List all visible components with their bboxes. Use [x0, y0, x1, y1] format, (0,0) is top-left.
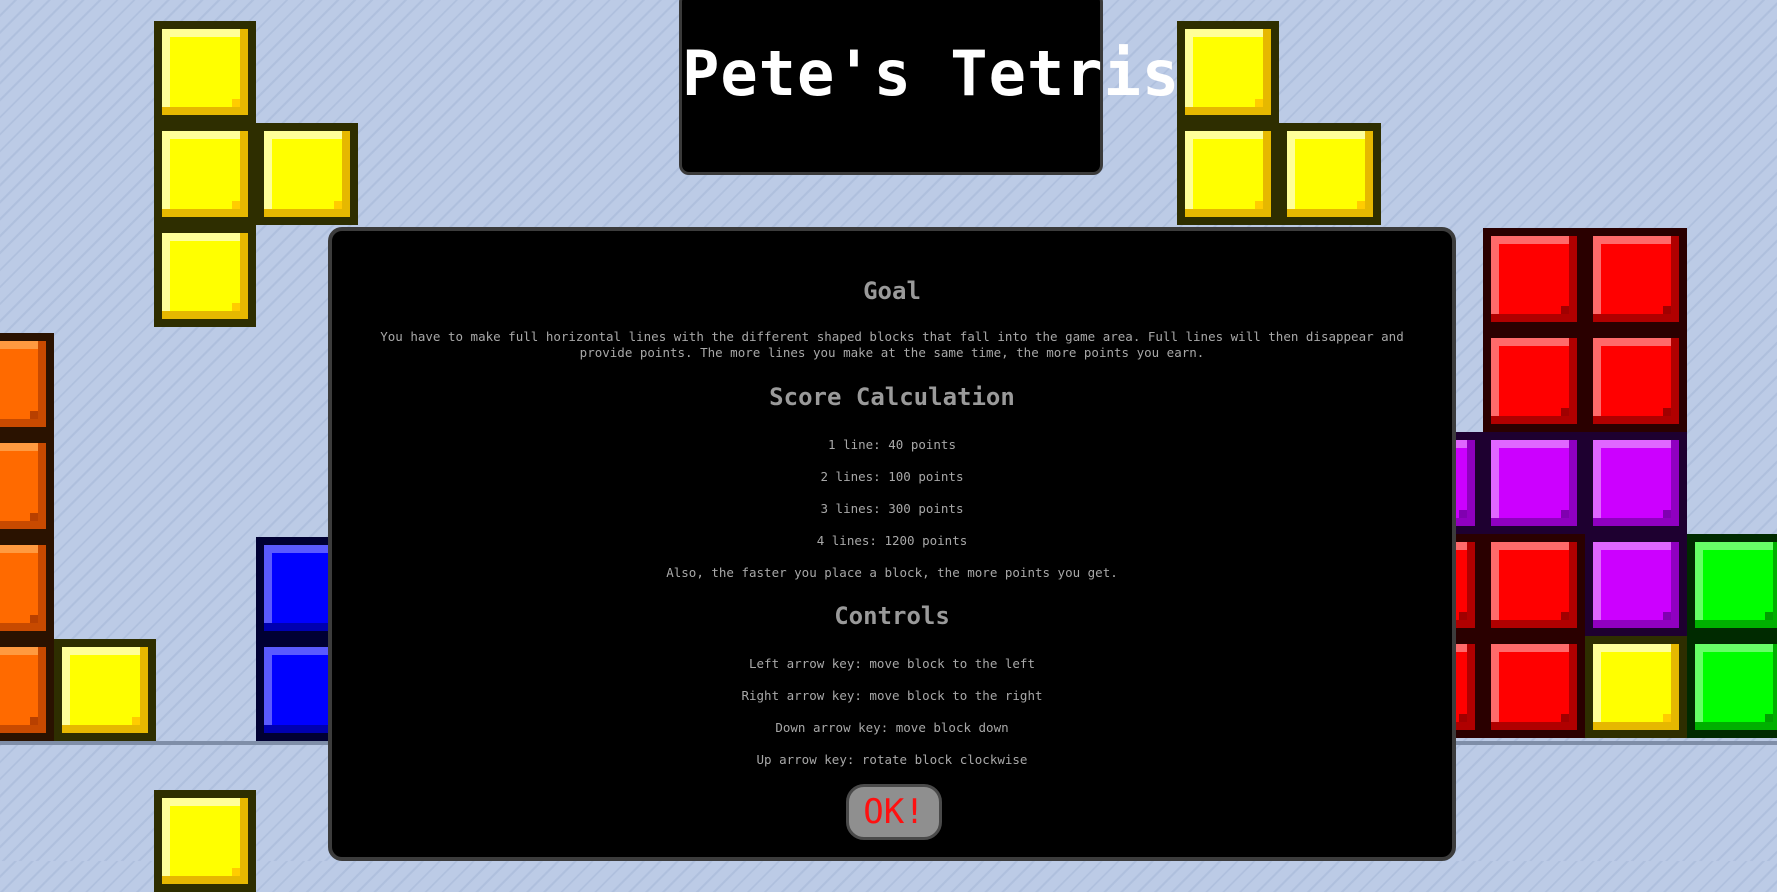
yellow-block	[1177, 123, 1279, 225]
orange-block	[0, 537, 54, 639]
score-line: 1 line: 40 points	[828, 437, 956, 452]
instructions-dialog: Goal You have to make full horizontal li…	[328, 227, 1456, 861]
yellow-block	[54, 639, 156, 741]
orange-block	[0, 333, 54, 435]
yellow-block	[154, 123, 256, 225]
red-block	[1483, 534, 1585, 636]
red-block	[1483, 228, 1585, 330]
score-line: 3 lines: 300 points	[820, 501, 964, 516]
yellow-block	[154, 21, 256, 123]
purple-block	[1483, 432, 1585, 534]
goal-text: You have to make full horizontal lines w…	[380, 329, 1404, 360]
red-block	[1483, 330, 1585, 432]
score-line: 2 lines: 100 points	[820, 469, 964, 484]
control-line: Up arrow key: rotate block clockwise	[756, 752, 1028, 767]
game-title: Pete's Tetris	[682, 37, 1181, 110]
red-block	[1483, 636, 1585, 738]
green-block	[1687, 636, 1777, 738]
red-block	[1585, 228, 1687, 330]
control-line: Right arrow key: move block to the right	[741, 688, 1043, 703]
yellow-block	[1279, 123, 1381, 225]
yellow-block	[256, 123, 358, 225]
purple-block	[1585, 432, 1687, 534]
ok-button[interactable]: OK!	[846, 784, 942, 840]
title-banner: Pete's Tetris	[679, 0, 1181, 175]
yellow-block	[154, 790, 256, 892]
control-line: Left arrow key: move block to the left	[749, 656, 1035, 671]
controls-heading: Controls	[834, 602, 950, 630]
yellow-block	[1177, 21, 1279, 123]
score-note: Also, the faster you place a block, the …	[666, 565, 1118, 580]
yellow-block	[1585, 636, 1687, 738]
green-block	[1687, 534, 1777, 636]
orange-block	[0, 435, 54, 537]
goal-heading: Goal	[863, 277, 921, 305]
score-heading: Score Calculation	[769, 383, 1015, 411]
orange-block	[0, 639, 54, 741]
score-line: 4 lines: 1200 points	[816, 533, 968, 548]
purple-block	[1585, 534, 1687, 636]
yellow-block	[154, 225, 256, 327]
control-line: Down arrow key: move block down	[775, 720, 1009, 735]
red-block	[1585, 330, 1687, 432]
